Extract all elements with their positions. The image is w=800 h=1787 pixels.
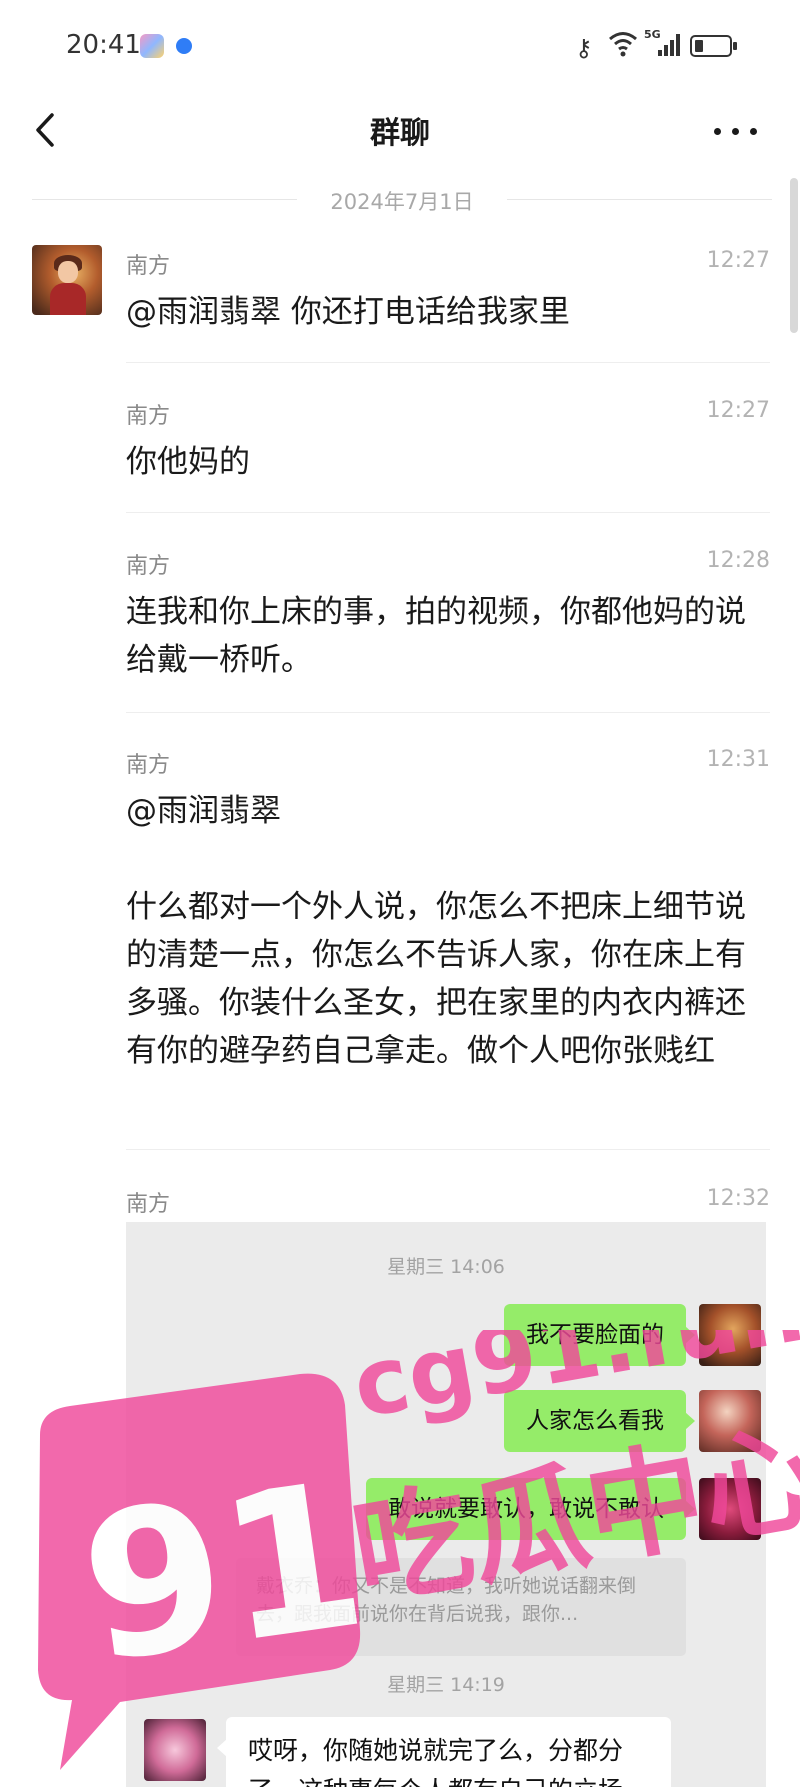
sender-name: 南方 — [126, 254, 171, 279]
message-time: 12:31 — [706, 747, 770, 772]
message-item[interactable]: 南方 12:28 连我和你上床的事，拍的视频，你都他妈的说给戴一桥听。 — [126, 548, 770, 713]
forwarded-avatar — [699, 1478, 761, 1540]
date-divider: 2024年7月1日 — [32, 186, 772, 216]
message-item[interactable]: 南方 12:27 @雨润翡翠 你还打电话给我家里 — [126, 248, 770, 363]
message-time: 12:28 — [706, 548, 770, 573]
sender-name: 南方 — [126, 1192, 171, 1217]
message-separator — [126, 512, 770, 513]
sender-name: 南方 — [126, 404, 171, 429]
sender-name: 南方 — [126, 753, 171, 778]
message-time: 12:27 — [706, 248, 770, 273]
battery-icon — [690, 35, 737, 57]
forwarded-left-bubble: 哎呀，你随她说就完了么，分都分了，这种事每个人都有自己的立场 — [217, 1717, 671, 1787]
forwarded-avatar — [699, 1390, 761, 1452]
message-text: 连我和你上床的事，拍的视频，你都他妈的说给戴一桥听。 — [126, 594, 746, 678]
forwarded-bubble: 人家怎么看我 — [504, 1390, 695, 1452]
message-text: @雨润翡翠 什么都对一个外人说，你怎么不把床上细节说的清楚一点，你怎么不告诉人家… — [126, 793, 746, 1069]
chat-header: 群聊 — [0, 90, 800, 170]
message-separator — [126, 1149, 770, 1150]
forwarded-bubble: 我不要脸面的 — [504, 1304, 695, 1366]
date-label: 2024年7月1日 — [316, 190, 488, 214]
message-time: 12:27 — [706, 398, 770, 423]
sender-avatar[interactable] — [32, 245, 102, 315]
forwarded-bubble: 敢说就要敢认，敢说不敢认 — [366, 1478, 695, 1540]
signal-icon: 5G — [644, 28, 684, 58]
more-options-icon[interactable] — [708, 110, 764, 150]
forwarded-avatar — [699, 1304, 761, 1366]
forwarded-quote: 戴衣乔：你又不是不知道，我听她说话翻来倒去，跟我面前说你在背后说我，跟你... — [236, 1558, 686, 1656]
wifi-icon — [608, 30, 638, 65]
key-icon: ⚷ — [575, 34, 593, 62]
sender-name: 南方 — [126, 554, 171, 579]
app-notification-icon — [140, 34, 164, 58]
network-label: 5G — [644, 28, 661, 41]
forwarded-time-label: 星期三 14:06 — [387, 1256, 505, 1278]
scrollbar[interactable] — [790, 178, 798, 333]
message-item[interactable]: 南方 12:32 — [126, 1186, 770, 1217]
forwarded-time-label: 星期三 14:19 — [387, 1674, 505, 1696]
message-text: 你他妈的 — [126, 444, 250, 480]
notification-dot-icon — [176, 38, 192, 54]
status-bar: 20:41 ⚷ 5G — [0, 0, 800, 90]
status-time: 20:41 — [66, 30, 141, 60]
message-item[interactable]: 南方 12:27 你他妈的 — [126, 398, 770, 513]
message-text: @雨润翡翠 你还打电话给我家里 — [126, 294, 570, 330]
forwarded-avatar — [144, 1719, 206, 1781]
message-item[interactable]: 南方 12:31 @雨润翡翠 什么都对一个外人说，你怎么不把床上细节说的清楚一点… — [126, 747, 770, 1152]
message-separator — [126, 712, 770, 713]
message-time: 12:32 — [706, 1186, 770, 1211]
chat-title: 群聊 — [370, 116, 430, 151]
forwarded-chat-screenshot[interactable]: 星期三 14:06 我不要脸面的 人家怎么看我 敢说就要敢认，敢说不敢认 戴衣乔… — [126, 1222, 766, 1787]
message-separator — [126, 362, 770, 363]
